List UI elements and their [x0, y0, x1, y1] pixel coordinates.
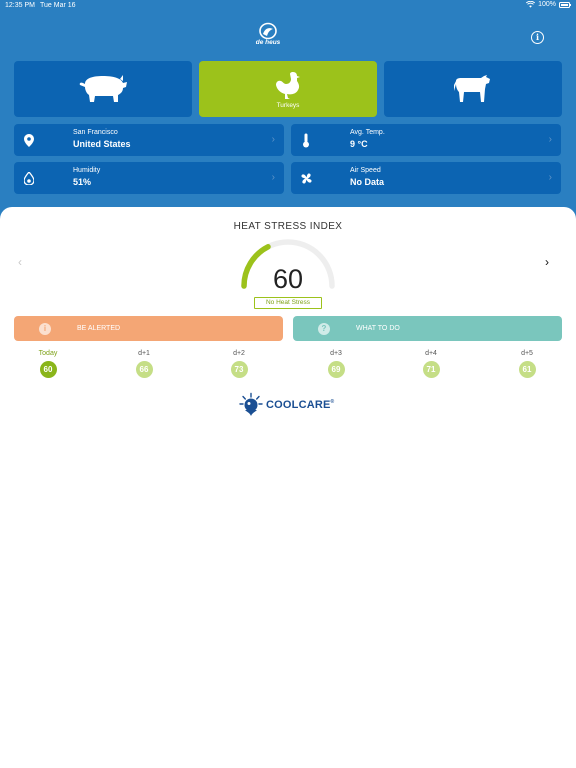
- info-button[interactable]: i: [531, 31, 544, 44]
- forecast-day[interactable]: d+2 73: [219, 350, 259, 378]
- coolcare-text: COOLCARE: [266, 399, 331, 411]
- humidity-card[interactable]: Humidity 51% ›: [14, 162, 284, 194]
- be-alerted-button[interactable]: i BE ALERTED: [14, 316, 283, 341]
- forecast-day[interactable]: d+5 61: [507, 350, 547, 378]
- location-pin-icon: [22, 132, 36, 148]
- heat-stress-title: HEAT STRESS INDEX: [233, 221, 343, 232]
- coolcare-logo-icon: [239, 392, 263, 416]
- forecast-value: 73: [230, 361, 248, 378]
- forecast-value: 71: [422, 361, 440, 378]
- what-to-do-button[interactable]: ? WHAT TO DO: [293, 316, 562, 341]
- location-city: San Francisco: [73, 129, 118, 136]
- chevron-right-icon: ›: [548, 134, 552, 145]
- be-alerted-label: BE ALERTED: [77, 325, 121, 332]
- forecast-day[interactable]: Today 60: [28, 350, 68, 378]
- forecast-value: 66: [135, 361, 153, 378]
- forecast-day[interactable]: d+3 69: [316, 350, 356, 378]
- temperature-card[interactable]: Avg. Temp. 9 °C ›: [291, 124, 561, 156]
- animal-tile-turkeys[interactable]: Turkeys: [199, 61, 377, 117]
- chevron-right-icon: ›: [271, 134, 275, 145]
- chevron-right-icon: ›: [271, 172, 275, 183]
- location-country: United States: [73, 139, 131, 149]
- heat-stress-value: 60: [272, 264, 304, 294]
- temperature-value: 9 °C: [350, 139, 368, 149]
- animal-label-turkeys: Turkeys: [276, 101, 300, 109]
- status-right: 100%: [526, 1, 571, 8]
- animal-tile-pigs[interactable]: [14, 61, 192, 117]
- forecast-day[interactable]: d+4 71: [411, 350, 451, 378]
- forecast-day-label: d+4: [425, 350, 437, 357]
- status-date: Tue Mar 16: [40, 2, 76, 9]
- forecast-value: 61: [518, 361, 536, 378]
- air-speed-value: No Data: [350, 177, 385, 187]
- forecast-day-label: d+2: [233, 350, 245, 357]
- temperature-label: Avg. Temp.: [350, 129, 385, 136]
- forecast-day-label: Today: [38, 350, 58, 357]
- pig-icon: [79, 75, 127, 102]
- question-icon: ?: [318, 322, 330, 335]
- air-speed-card[interactable]: Air Speed No Data ›: [291, 162, 561, 194]
- location-card[interactable]: San Francisco United States ›: [14, 124, 284, 156]
- thermometer-icon: [299, 132, 313, 148]
- next-arrow-icon[interactable]: ›: [545, 255, 549, 269]
- previous-arrow-icon[interactable]: ‹: [18, 255, 22, 269]
- coolcare-logo: COOLCARE®: [238, 392, 334, 418]
- forecast-day-label: d+1: [138, 350, 150, 357]
- droplet-icon: [22, 170, 36, 186]
- cow-icon: [454, 75, 490, 102]
- forecast-day[interactable]: d+1 66: [124, 350, 164, 378]
- info-icon: i: [535, 32, 540, 42]
- air-speed-label: Air Speed: [350, 167, 381, 174]
- forecast-day-label: d+5: [521, 350, 533, 357]
- wifi-icon: [526, 1, 536, 8]
- battery-icon: [559, 1, 571, 8]
- fan-icon: [299, 170, 313, 186]
- status-time: 12:35 PM: [5, 2, 35, 9]
- chevron-right-icon: ›: [548, 172, 552, 183]
- info-icon: i: [39, 322, 51, 335]
- humidity-value: 51%: [73, 177, 92, 187]
- forecast-value: 60: [39, 361, 57, 378]
- brand-name: de heus: [255, 39, 281, 46]
- battery-percent: 100%: [538, 1, 556, 8]
- coolcare-wordmark: COOLCARE®: [266, 399, 334, 411]
- forecast-value: 69: [327, 361, 345, 378]
- humidity-label: Humidity: [73, 167, 101, 174]
- status-bar: 12:35 PM Tue Mar 16 100%: [0, 0, 576, 13]
- de-heus-logo: de heus: [250, 22, 286, 52]
- turkey-icon: [276, 71, 300, 99]
- animal-tile-cows[interactable]: [384, 61, 562, 117]
- what-to-do-label: WHAT TO DO: [356, 325, 400, 332]
- registered-mark: ®: [330, 399, 335, 405]
- forecast-day-label: d+3: [330, 350, 342, 357]
- heat-stress-status: No Heat Stress: [254, 297, 322, 309]
